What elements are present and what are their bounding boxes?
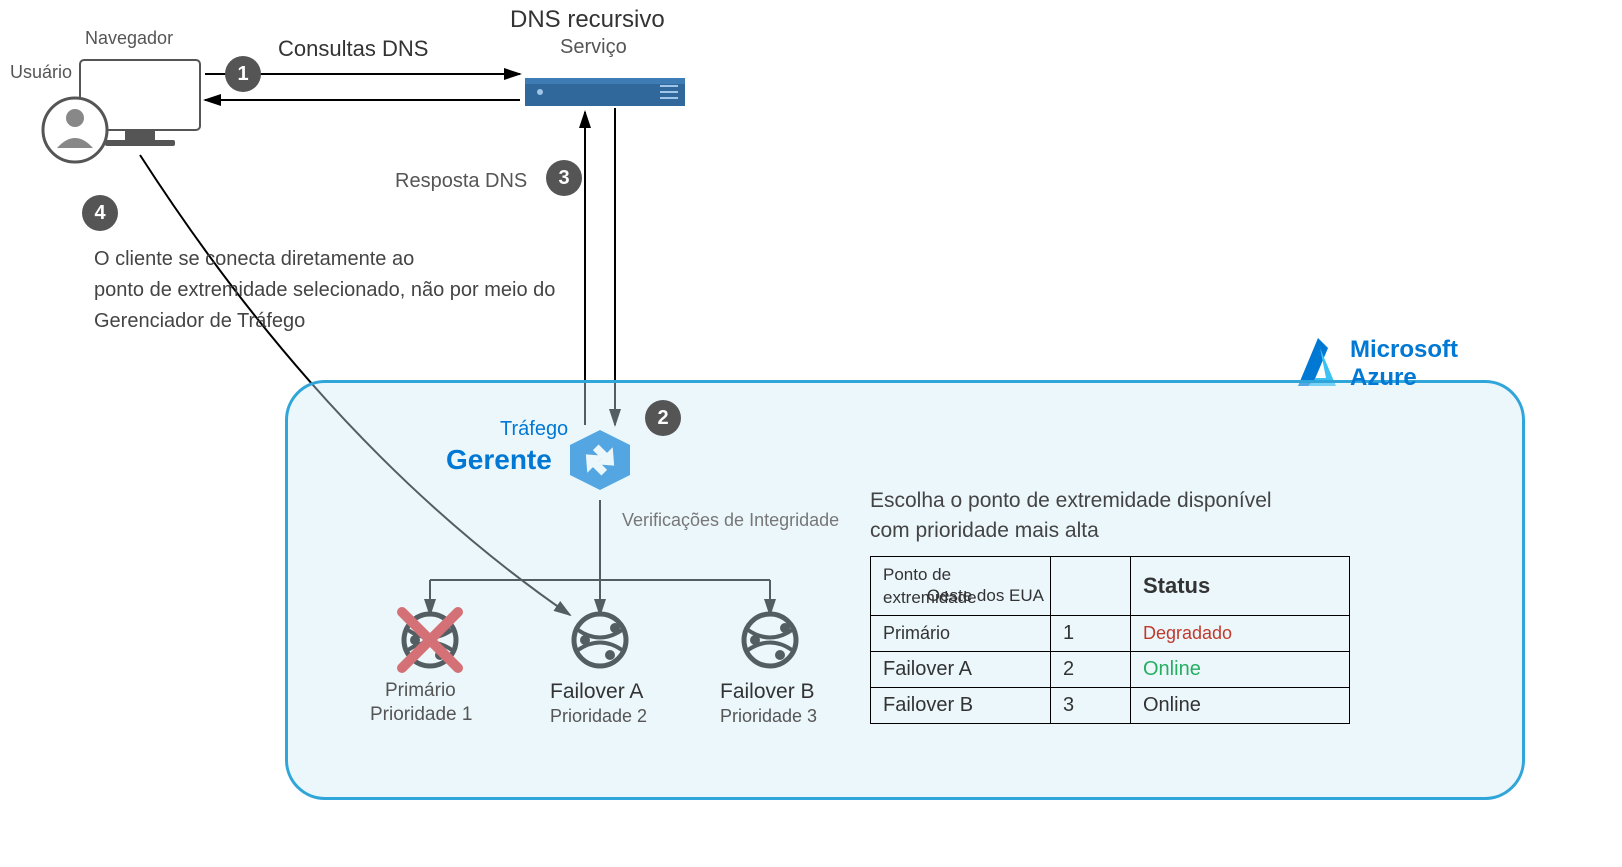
foa-pri: Prioridade 2 — [550, 706, 647, 727]
navegador-label: Navegador — [85, 28, 173, 49]
step-3-badge: 3 — [546, 160, 582, 196]
servico-label: Serviço — [560, 36, 627, 59]
fob-pri: Prioridade 3 — [720, 706, 817, 727]
table-header-row: Ponto de extremidade Oeste dos EUA Statu… — [871, 557, 1350, 616]
client-connects-text: O cliente se conecta diretamente ao pont… — [94, 244, 555, 337]
primary-pri: Prioridade 1 — [370, 704, 472, 726]
step-4-badge: 4 — [82, 195, 118, 231]
healthchecks-label: Verificações de Integridade — [622, 510, 839, 531]
gerente-label: Gerente — [446, 444, 552, 476]
azure-brand-1: Microsoft — [1350, 336, 1458, 364]
table-row: Failover B 3 Online — [871, 688, 1350, 724]
dns-recursivo-label: DNS recursivo — [510, 6, 665, 34]
col-status: Status — [1131, 557, 1350, 616]
table-row: Failover A 2 Online — [871, 652, 1350, 688]
step-2-badge: 2 — [645, 400, 681, 436]
azure-brand-2: Azure — [1350, 364, 1417, 392]
table-row: Primário 1 Degradado — [871, 616, 1350, 652]
foa-name: Failover A — [550, 680, 643, 704]
trafego-label: Tráfego — [500, 418, 568, 441]
step-1-badge: 1 — [225, 56, 261, 92]
choose-endpoint-label: Escolha o ponto de extremidade disponíve… — [870, 486, 1272, 547]
usuario-label: Usuário — [10, 62, 72, 83]
priority-table: Ponto de extremidade Oeste dos EUA Statu… — [870, 556, 1350, 724]
consultas-dns-label: Consultas DNS — [278, 36, 428, 62]
primary-name: Primário — [385, 680, 456, 702]
col-region: Oeste dos EUA — [927, 586, 1044, 606]
fob-name: Failover B — [720, 680, 815, 704]
resposta-dns-label: Resposta DNS — [395, 170, 527, 193]
